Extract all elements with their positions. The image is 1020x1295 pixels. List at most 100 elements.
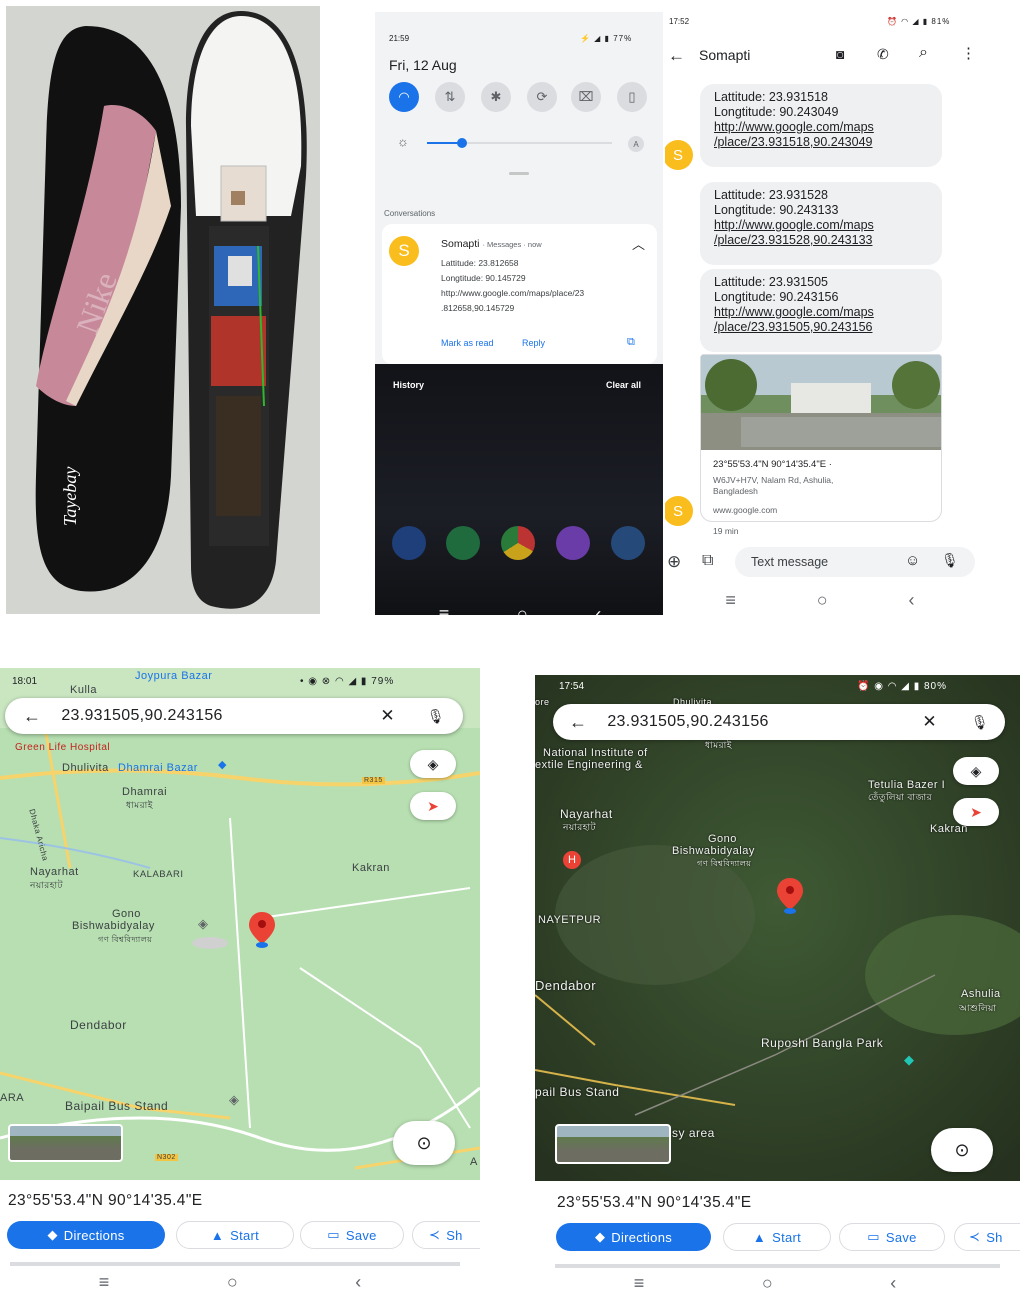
search-icon[interactable]: ⌕ [919, 44, 928, 62]
back-arrow-icon[interactable]: ← [23, 706, 41, 727]
map-label: Gono [112, 908, 141, 920]
park-pin-icon[interactable]: ◆ [904, 1052, 914, 1068]
start-label: Start [230, 1227, 260, 1243]
my-location-icon[interactable]: ⊙ [393, 1121, 455, 1165]
map-label: Dhulivita [62, 762, 109, 774]
directions-button[interactable]: ◆ Directions [7, 1221, 165, 1249]
emoji-icon[interactable]: ☺ [905, 552, 920, 569]
chrome-app-icon[interactable] [501, 526, 535, 560]
home-icon[interactable]: ○ [817, 590, 828, 611]
recents-icon[interactable]: ≡ [634, 1273, 645, 1294]
map-label: Green Life Hospital [15, 742, 111, 753]
my-location-icon[interactable]: ⊙ [931, 1128, 993, 1172]
map2-nav-bar: ≡ ○ ‹ [575, 1273, 955, 1294]
location-pin-icon[interactable] [247, 912, 277, 948]
map-link[interactable]: http://www.google.com/maps [714, 218, 928, 233]
back-arrow-icon[interactable]: ← [569, 712, 587, 733]
search-query[interactable]: 23.931505,90.243156 [607, 713, 768, 731]
share-button[interactable]: ≺ Sh [954, 1223, 1020, 1251]
start-button[interactable]: ▲ Start [723, 1223, 831, 1251]
map-link[interactable]: /place/23.931528,90.243133 [714, 233, 928, 248]
street-view-thumbnail[interactable] [555, 1124, 671, 1164]
reply-button[interactable]: Reply [522, 338, 545, 348]
search-bar[interactable]: ← 23.931505,90.243156 ✕ 🎙 [5, 698, 463, 734]
directions-button[interactable]: ◆ Directions [556, 1223, 711, 1251]
compass-icon[interactable]: ➤ [410, 792, 456, 820]
clear-all-button[interactable]: Clear all [606, 380, 641, 390]
bubble-icon[interactable]: ⧉ [627, 336, 635, 349]
map-link[interactable]: /place/23.931505,90.243156 [714, 320, 928, 335]
message-bubble[interactable]: Lattitude: 23.931518 Longtitude: 90.2430… [700, 84, 942, 167]
street-view-thumbnail[interactable] [8, 1124, 123, 1162]
messenger-app-icon[interactable] [556, 526, 590, 560]
wifi-toggle-icon[interactable]: ◠ [389, 82, 419, 112]
clear-icon[interactable]: ✕ [380, 706, 395, 726]
more-icon[interactable]: ⋮ [961, 44, 976, 62]
recents-icon[interactable]: ≡ [99, 1272, 110, 1293]
status-icons: • ◉ ⊗ ◠ ◢ ▮ 79% [300, 676, 395, 687]
sender-avatar[interactable]: S [665, 140, 693, 170]
share-button[interactable]: ≺ Sh [412, 1221, 480, 1249]
mobile-data-toggle-icon[interactable]: ⇅ [435, 82, 465, 112]
whatsapp-app-icon[interactable] [446, 526, 480, 560]
compass-icon[interactable]: ➤ [953, 798, 999, 826]
map-link[interactable]: http://www.google.com/maps [714, 305, 928, 320]
mic-icon[interactable]: 🎙 [971, 714, 989, 731]
mark-as-read-button[interactable]: Mark as read [441, 338, 494, 348]
message-notification[interactable]: S Somapti · Messages · now ︿ Lattitude: … [382, 224, 657, 364]
bluetooth-toggle-icon[interactable]: ✱ [481, 82, 511, 112]
phone-app-icon[interactable] [392, 526, 426, 560]
recents-icon[interactable]: ≡ [725, 590, 736, 611]
home-icon[interactable]: ○ [517, 604, 528, 615]
location-pin-icon[interactable] [775, 878, 805, 914]
search-bar[interactable]: ← 23.931505,90.243156 ✕ 🎙 [553, 704, 1005, 740]
gallery-icon[interactable]: ⧉ [702, 552, 713, 570]
notification-line: http://www.google.com/maps/place/23 [441, 288, 585, 298]
map-link[interactable]: http://www.google.com/maps [714, 120, 928, 135]
bazar-pin-icon[interactable]: ◆ [218, 758, 226, 771]
message-bubble[interactable]: Lattitude: 23.931528 Longtitude: 90.2431… [700, 182, 942, 265]
back-icon[interactable]: ‹ [355, 1272, 361, 1293]
home-icon[interactable]: ○ [227, 1272, 238, 1293]
vibrate-toggle-icon[interactable]: ▯ [617, 82, 647, 112]
link-preview-card[interactable]: 23°55'53.4"N 90°14'35.4"E · W6JV+H7V, Na… [700, 354, 942, 522]
university-pin-icon[interactable]: ◈ [198, 916, 208, 932]
hospital-pin-icon[interactable]: H [563, 851, 581, 869]
layers-icon[interactable]: ◈ [410, 750, 456, 778]
directions-label: Directions [611, 1229, 673, 1245]
mic-icon[interactable]: 🎙 [941, 552, 959, 569]
clear-icon[interactable]: ✕ [922, 712, 937, 732]
notification-line: Longtitude: 90.145729 [441, 273, 526, 283]
collapse-chevron-icon[interactable]: ︿ [632, 234, 645, 253]
map-link[interactable]: /place/23.931518,90.243049 [714, 135, 928, 150]
start-button[interactable]: ▲ Start [176, 1221, 294, 1249]
call-icon[interactable]: ✆ [877, 46, 889, 63]
history-button[interactable]: History [393, 380, 424, 390]
rotate-toggle-icon[interactable]: ⟳ [527, 82, 557, 112]
back-icon[interactable]: ‹ [890, 1273, 896, 1294]
map-label: Dendabor [70, 1018, 127, 1032]
drag-handle[interactable] [509, 172, 529, 175]
compose-box[interactable]: Text message ☺ 🎙 [735, 547, 975, 577]
layers-icon[interactable]: ◈ [953, 757, 999, 785]
bus-stand-pin-icon[interactable]: ◈ [229, 1092, 239, 1108]
camera-app-icon[interactable] [611, 526, 645, 560]
search-query[interactable]: 23.931505,90.243156 [61, 707, 222, 725]
brightness-slider[interactable] [427, 138, 612, 148]
home-icon[interactable]: ○ [762, 1273, 773, 1294]
message-bubble[interactable]: Lattitude: 23.931505 Longtitude: 90.2431… [700, 269, 942, 352]
brightness-slider-thumb[interactable] [457, 138, 467, 148]
back-icon[interactable]: ‹ [909, 590, 915, 611]
back-arrow-icon[interactable]: ← [668, 46, 685, 66]
auto-brightness-button[interactable]: A [628, 136, 644, 152]
meet-icon[interactable]: ◙ [836, 46, 844, 62]
flashlight-toggle-icon[interactable]: ⌧ [571, 82, 601, 112]
save-button[interactable]: ▭ Save [839, 1223, 945, 1251]
recents-icon[interactable]: ≡ [439, 604, 450, 615]
add-icon[interactable]: ⊕ [667, 552, 681, 572]
notification-line: .812658,90.145729 [441, 303, 515, 313]
mic-icon[interactable]: 🎙 [427, 708, 445, 725]
back-icon[interactable]: ‹ [595, 604, 601, 615]
sender-avatar[interactable]: S [665, 496, 693, 526]
save-button[interactable]: ▭ Save [300, 1221, 404, 1249]
